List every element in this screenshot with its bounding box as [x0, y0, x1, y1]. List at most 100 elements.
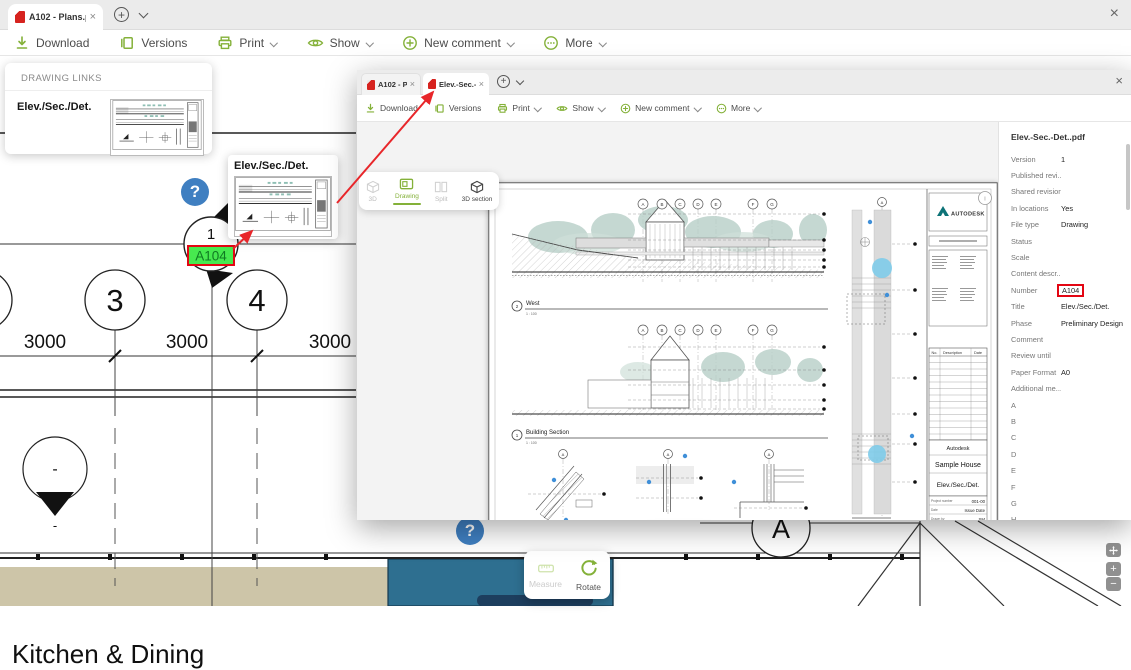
svg-text:G: G — [770, 202, 774, 207]
tab-list-chevron-icon[interactable] — [139, 9, 149, 19]
drawing-sheet-icon — [399, 177, 414, 191]
dimension-3000-1: 3000 — [24, 332, 66, 353]
titleblock-project: Sample House — [935, 462, 981, 469]
overlay-new-tab-button[interactable]: + — [497, 75, 510, 88]
svg-text:F: F — [752, 328, 755, 333]
sheet-thumbnail-graphic — [235, 177, 331, 231]
new-comment-button[interactable]: New comment — [402, 35, 513, 51]
overlay-tab-elev-sec-det[interactable]: Elev.-Sec.-Det.p × — [423, 73, 489, 95]
overlay-tab-list-chevron-icon[interactable] — [516, 77, 524, 85]
show-icon — [556, 103, 568, 114]
question-link-icon[interactable]: ? — [181, 178, 209, 206]
mode-3d-button[interactable]: 3D — [366, 180, 380, 203]
meta-value: A0 — [1061, 368, 1070, 377]
more-icon — [543, 35, 559, 51]
svg-text:A: A — [768, 452, 771, 457]
meta-label: Paper Format — [1011, 368, 1061, 377]
main-toolbar: Download Versions Print Show New comment — [0, 30, 1131, 56]
versions-button[interactable]: Versions — [119, 35, 187, 51]
link-preview-thumbnail[interactable] — [234, 176, 332, 237]
meta-row-status: Status — [1011, 233, 1131, 249]
meta-row-shared-revision: Shared revision — [1011, 184, 1131, 200]
meta-row-title: TitleElev./Sec./Det. — [1011, 299, 1131, 315]
overlay-viewer-window: A102 - Plans.pd × Elev.-Sec.-Det.p × + ×… — [357, 70, 1131, 520]
more-chevron-icon — [599, 39, 607, 47]
mode-drawing-button[interactable]: Drawing — [393, 177, 421, 205]
meta-value: Drawing — [1061, 220, 1088, 229]
mode-split-button[interactable]: Split — [434, 180, 448, 203]
drawing-link-title[interactable]: Elev./Sec./Det. — [17, 101, 91, 113]
pan-button[interactable] — [1106, 543, 1121, 557]
meta-label: H — [1011, 515, 1061, 520]
svg-text:1 : 100: 1 : 100 — [526, 312, 537, 316]
more-icon — [716, 103, 727, 114]
link-preview-card[interactable]: Elev./Sec./Det. — [228, 155, 338, 239]
overlay-close-icon[interactable]: × — [1115, 73, 1123, 88]
meta-label: Shared revision — [1011, 187, 1061, 196]
measure-ruler-icon — [533, 562, 559, 575]
print-button[interactable]: Print — [217, 35, 276, 51]
meta-value: Preliminary Design — [1061, 319, 1123, 328]
versions-icon — [119, 35, 135, 51]
mode-3d-section-button[interactable]: 3D section — [462, 180, 493, 203]
drawing-link-item[interactable]: Elev./Sec./Det. — [5, 91, 212, 156]
meta-row-h: H — [1011, 512, 1131, 520]
overlay-tab-elev-close-icon[interactable]: × — [479, 80, 484, 89]
overlay-print-button[interactable]: Print — [497, 103, 540, 114]
metadata-scrollbar[interactable] — [1126, 144, 1130, 210]
overlay-more-label: More — [731, 103, 750, 113]
meta-row-scale: Scale — [1011, 249, 1131, 265]
svg-text:SM: SM — [979, 517, 986, 520]
new-tab-button[interactable]: + — [114, 7, 129, 22]
question-link-icon-2[interactable]: ? — [456, 517, 484, 545]
level-marker-value-below: - — [53, 518, 57, 533]
meta-label: Title — [1011, 302, 1061, 311]
drawing-link-thumbnail[interactable] — [110, 99, 204, 156]
pdf-icon — [367, 80, 375, 90]
zoom-in-button[interactable]: + — [1106, 562, 1121, 576]
download-button[interactable]: Download — [14, 35, 89, 51]
a104-link-label[interactable]: A104 — [195, 249, 227, 264]
overlay-tab-bar: A102 - Plans.pd × Elev.-Sec.-Det.p × + × — [357, 70, 1131, 95]
show-chevron-icon — [598, 104, 606, 112]
sheet-link-highlight[interactable] — [872, 258, 892, 278]
meta-label: Status — [1011, 237, 1061, 246]
zoom-out-button[interactable]: − — [1106, 577, 1121, 591]
overlay-tab-plans-close-icon[interactable]: × — [410, 80, 415, 89]
overlay-canvas: 3D Drawing Split — [357, 122, 998, 520]
meta-row-comment: Comment — [1011, 331, 1131, 347]
meta-row-content-descr: Content descr... — [1011, 266, 1131, 282]
rotate-button[interactable]: Rotate — [567, 551, 610, 599]
svg-text:1 : 100: 1 : 100 — [526, 441, 537, 445]
overlay-tab-plans[interactable]: A102 - Plans.pd × — [361, 73, 421, 95]
print-chevron-icon — [270, 39, 278, 47]
overlay-show-button[interactable]: Show — [556, 103, 604, 114]
pan-icon — [1109, 546, 1118, 555]
svg-text:F: F — [752, 202, 755, 207]
tab-a102-plans[interactable]: A102 - Plans.pd × — [8, 4, 103, 30]
tab-close-icon[interactable]: × — [90, 12, 96, 23]
overlay-new-comment-button[interactable]: New comment — [620, 103, 700, 114]
svg-text:West: West — [526, 301, 540, 307]
meta-label: Content descr... — [1011, 269, 1061, 278]
meta-label: Additional me... — [1011, 384, 1061, 393]
overlay-more-button[interactable]: More — [716, 103, 761, 114]
show-button[interactable]: Show — [307, 35, 373, 51]
more-button[interactable]: More — [543, 35, 605, 51]
overlay-download-button[interactable]: Download — [365, 103, 418, 114]
sheet-link-highlight-2[interactable] — [868, 445, 886, 463]
download-label: Download — [36, 36, 89, 50]
meta-row-b: B — [1011, 413, 1131, 429]
overlay-versions-button[interactable]: Versions — [434, 103, 482, 114]
measure-button-disabled[interactable]: Measure — [524, 551, 567, 599]
versions-label: Versions — [141, 36, 187, 50]
print-icon — [497, 103, 508, 114]
meta-row-in-locations: In locationsYes — [1011, 200, 1131, 216]
show-icon — [307, 35, 324, 51]
section-marker-number: 1 — [207, 226, 215, 243]
svg-text:E: E — [714, 328, 717, 333]
meta-label: C — [1011, 433, 1061, 442]
split-view-icon — [434, 180, 448, 194]
tab-title: A102 - Plans.pd — [29, 12, 86, 22]
close-viewer-icon[interactable]: × — [1110, 5, 1119, 23]
